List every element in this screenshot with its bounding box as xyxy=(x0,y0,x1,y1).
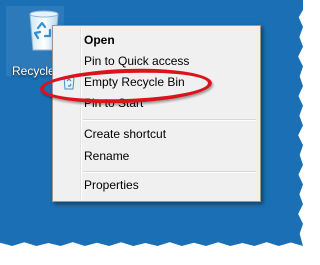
menu-item-create-shortcut[interactable]: Create shortcut xyxy=(55,123,258,145)
menu-item-rename[interactable]: Rename xyxy=(55,145,258,167)
menu-item-properties[interactable]: Properties xyxy=(55,174,258,196)
menu-separator xyxy=(83,171,256,173)
menu-item-label: Create shortcut xyxy=(84,127,167,141)
menu-separator xyxy=(83,119,256,121)
menu-item-label: Properties xyxy=(84,178,139,192)
context-menu: Open Pin to Quick access Empty Recycle B… xyxy=(52,25,261,202)
menu-item-label: Rename xyxy=(84,149,130,163)
menu-item-label: Open xyxy=(84,33,115,47)
menu-item-open[interactable]: Open xyxy=(55,29,258,51)
